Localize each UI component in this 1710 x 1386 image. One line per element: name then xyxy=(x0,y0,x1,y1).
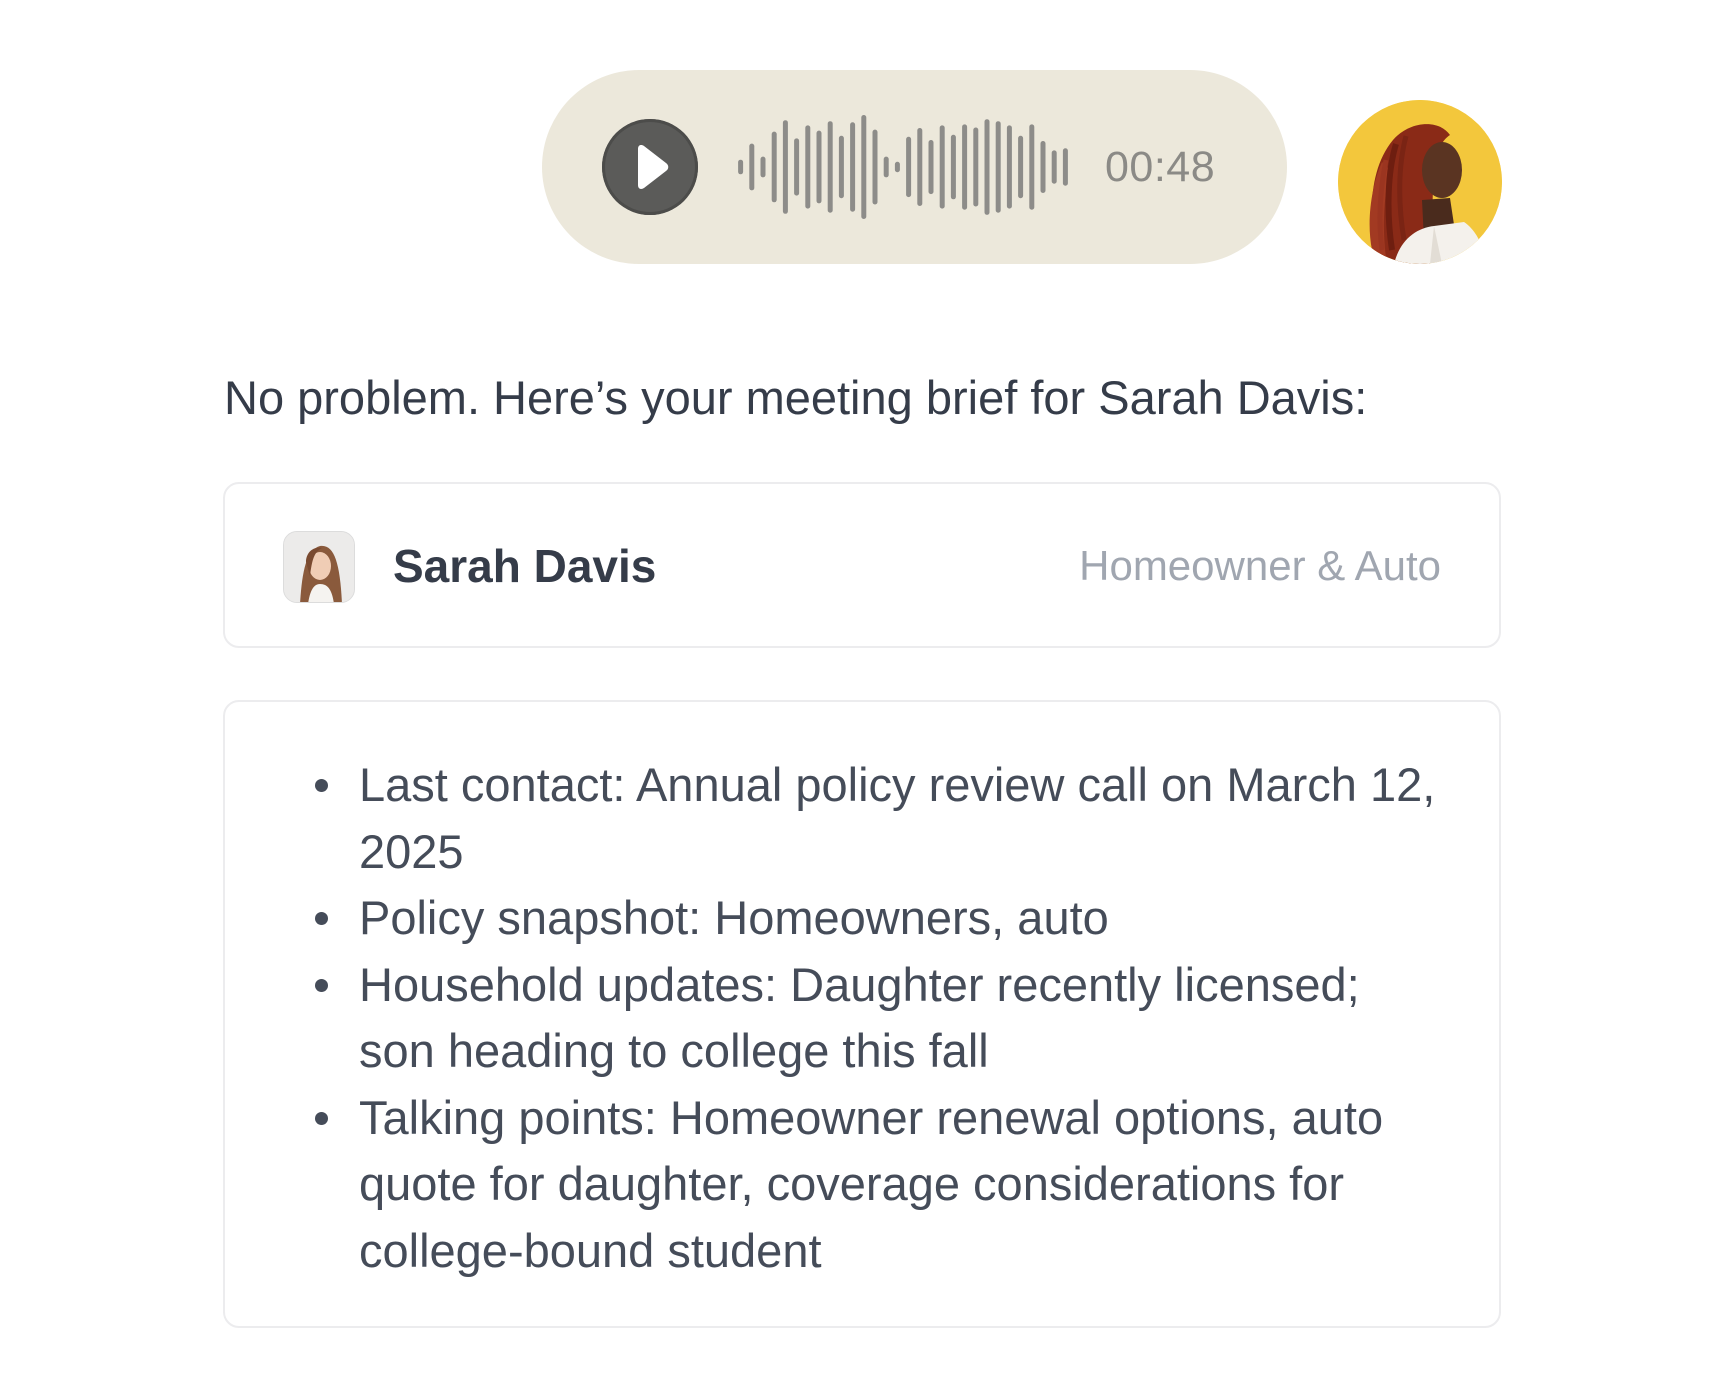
bullet-icon xyxy=(315,1111,328,1125)
waveform-bar xyxy=(771,131,777,203)
waveform-bar xyxy=(883,156,889,178)
brief-item-talking-points: Talking points: Homeowner renewal option… xyxy=(315,1085,1439,1285)
waveform-bar xyxy=(861,115,867,219)
brief-item-text: Policy snapshot: Homeowners, auto xyxy=(359,891,1109,944)
chat-page: 00:48 No problem. Here’s your meeting br… xyxy=(0,0,1710,1386)
waveform-bar xyxy=(1062,148,1068,186)
waveform-bar xyxy=(973,127,979,207)
waveform-bar xyxy=(794,138,800,196)
voice-duration: 00:48 xyxy=(1105,143,1216,191)
waveform-bar xyxy=(906,136,912,198)
bullet-icon xyxy=(315,779,328,792)
waveform-bar xyxy=(749,143,755,191)
waveform-bar xyxy=(984,119,990,215)
brief-item-policy-snapshot: Policy snapshot: Homeowners, auto xyxy=(315,885,1439,952)
waveform-bar xyxy=(962,124,968,210)
audio-waveform[interactable] xyxy=(735,112,1071,222)
brief-item-household-updates: Household updates: Daughter recently lic… xyxy=(315,952,1439,1085)
waveform-bar xyxy=(1040,141,1046,193)
waveform-bar xyxy=(827,121,833,213)
play-button[interactable] xyxy=(602,119,698,215)
waveform-bar xyxy=(850,122,856,212)
contact-avatar-image xyxy=(284,532,354,602)
waveform-bar xyxy=(894,161,900,173)
waveform-bar xyxy=(1018,135,1024,199)
waveform-bar xyxy=(1029,124,1035,210)
play-icon xyxy=(638,145,669,189)
voice-message-bubble: 00:48 xyxy=(542,70,1287,264)
voice-message-row: 00:48 xyxy=(542,70,1504,264)
policy-tag: Homeowner & Auto xyxy=(1079,542,1441,589)
brief-item-text: Household updates: Daughter recently lic… xyxy=(359,957,1360,1078)
brief-item-text: Talking points: Homeowner renewal option… xyxy=(359,1090,1384,1277)
waveform-bar xyxy=(1051,150,1057,184)
waveform-bar xyxy=(1006,125,1012,209)
waveform-bar xyxy=(805,125,811,209)
contact-name: Sarah Davis xyxy=(393,540,657,592)
waveform-bar xyxy=(950,134,956,200)
contact-avatar xyxy=(283,531,355,603)
waveform-bar xyxy=(928,140,934,195)
waveform-bar xyxy=(995,121,1001,213)
waveform-bar xyxy=(760,156,766,178)
brief-item-text: Last contact: Annual policy review call … xyxy=(359,758,1436,878)
waveform-bar xyxy=(738,159,744,175)
bullet-icon xyxy=(315,978,328,992)
user-avatar[interactable] xyxy=(1338,100,1502,264)
user-avatar-image xyxy=(1338,100,1502,264)
contact-card[interactable]: Sarah Davis Homeowner & Auto xyxy=(223,482,1501,648)
waveform-bar xyxy=(838,135,844,199)
assistant-reply-text: No problem. Here’s your meeting brief fo… xyxy=(224,371,1368,424)
meeting-brief-card: Last contact: Annual policy review call … xyxy=(223,700,1501,1328)
waveform-bar xyxy=(939,125,945,209)
brief-item-last-contact: Last contact: Annual policy review call … xyxy=(315,752,1439,885)
waveform-bar xyxy=(917,128,923,206)
bullet-icon xyxy=(315,912,328,925)
brief-list: Last contact: Annual policy review call … xyxy=(315,752,1439,1285)
waveform-bar xyxy=(782,120,788,214)
waveform-bar xyxy=(816,130,822,204)
waveform-bar xyxy=(872,129,878,205)
